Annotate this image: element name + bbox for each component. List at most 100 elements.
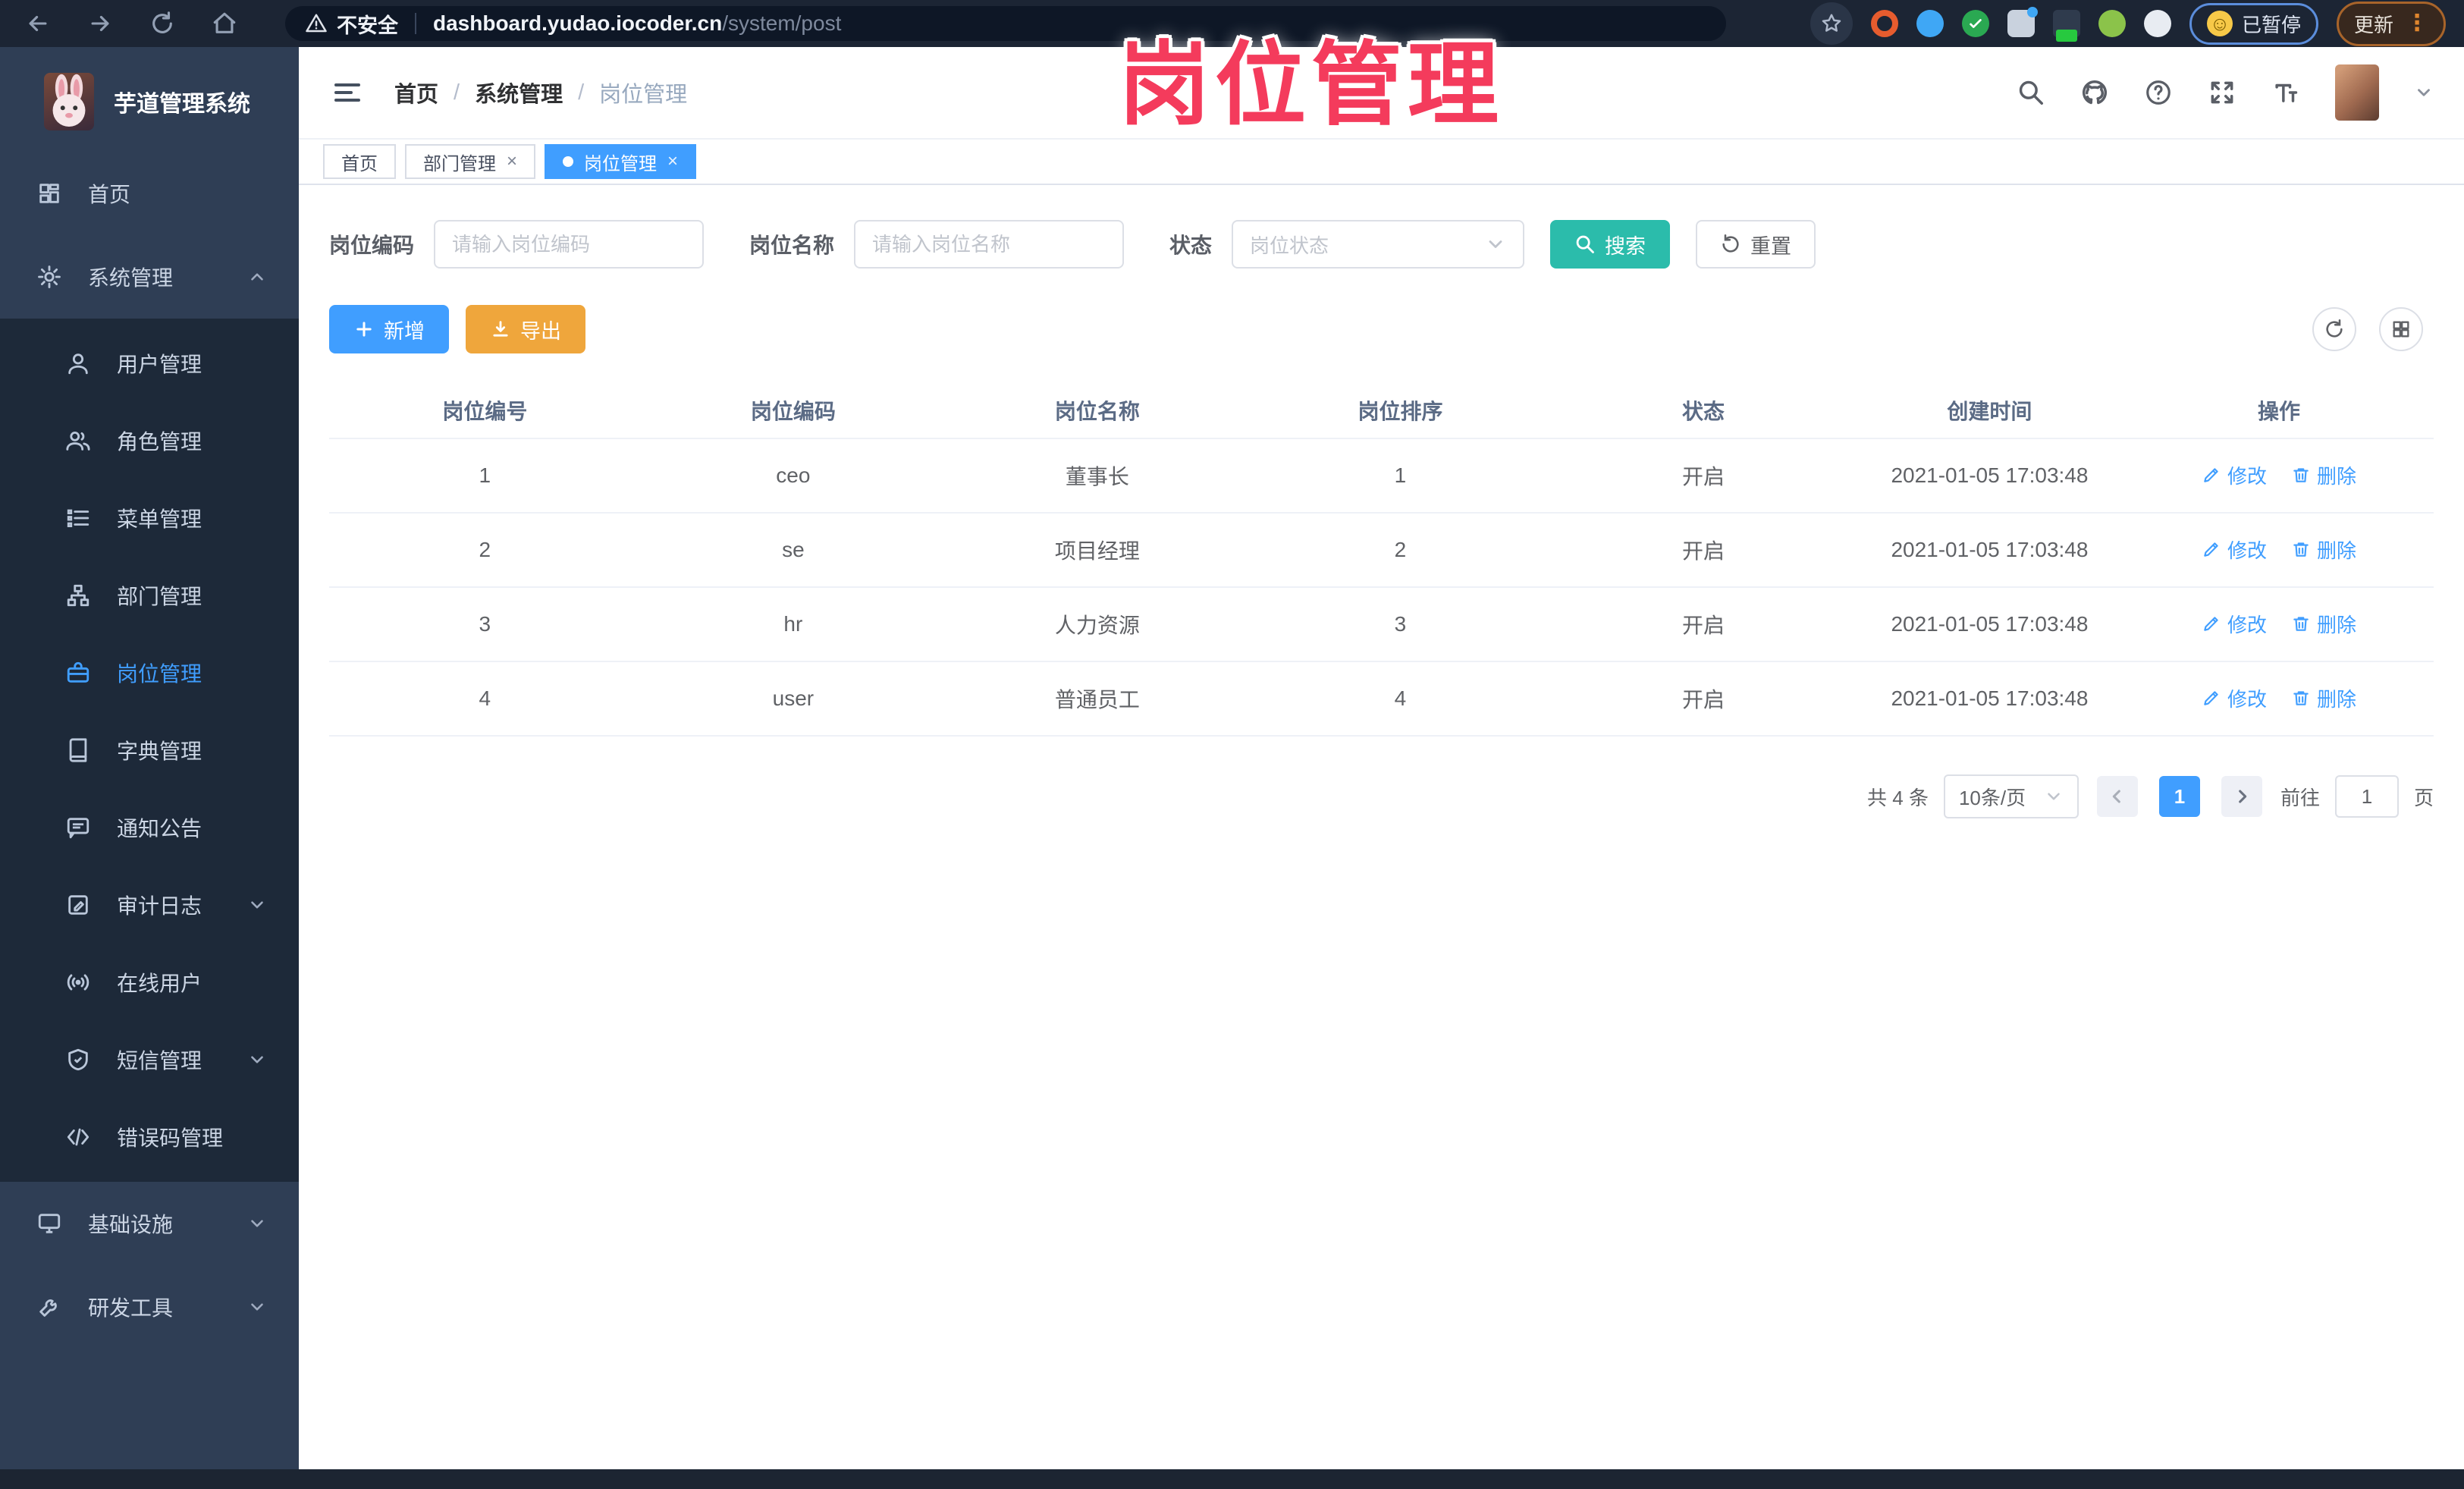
- search-icon[interactable]: [2017, 78, 2045, 107]
- current-page-button[interactable]: 1: [2158, 776, 2200, 817]
- prev-page-button[interactable]: [2096, 776, 2138, 817]
- cell-post-sort: 3: [1248, 587, 1552, 662]
- sidebar-item-infrastructure[interactable]: 基础设施: [0, 1182, 299, 1265]
- sidebar-item-devtools[interactable]: 研发工具: [0, 1265, 299, 1349]
- dashboard-icon: [36, 181, 62, 206]
- delete-link[interactable]: 删除: [2291, 610, 2356, 638]
- tab-post[interactable]: 岗位管理 ×: [545, 144, 697, 179]
- app-logo-row[interactable]: 芋道管理系统: [0, 47, 299, 152]
- trash-icon: [2291, 465, 2311, 485]
- sidebar-item-system[interactable]: 系统管理: [0, 235, 299, 319]
- tab-label: 部门管理: [423, 153, 496, 174]
- font-size-icon[interactable]: [2271, 78, 2300, 107]
- update-button[interactable]: 更新 ⋮: [2336, 1, 2446, 46]
- export-button[interactable]: 导出: [466, 305, 585, 353]
- delete-link[interactable]: 删除: [2291, 536, 2356, 564]
- add-button[interactable]: 新增: [329, 305, 449, 353]
- sidebar-item-audit-logs[interactable]: 审计日志: [0, 866, 299, 944]
- reload-icon[interactable]: [147, 8, 177, 39]
- caret-down-icon[interactable]: [2414, 83, 2434, 102]
- cell-post-id: 1: [329, 438, 641, 514]
- browser-menu-icon[interactable]: ⋮: [2406, 12, 2428, 35]
- chevron-down-icon: [247, 1050, 267, 1070]
- github-icon[interactable]: [2080, 78, 2109, 107]
- delete-link[interactable]: 删除: [2291, 684, 2356, 712]
- wrench-icon: [36, 1294, 62, 1320]
- next-page-button[interactable]: [2221, 776, 2262, 817]
- fullscreen-icon[interactable]: [2208, 78, 2236, 107]
- sidebar-item-roles[interactable]: 角色管理: [0, 402, 299, 479]
- hamburger-icon[interactable]: [332, 77, 363, 108]
- back-icon[interactable]: [23, 8, 53, 39]
- cell-created: 2021-01-05 17:03:48: [1854, 513, 2125, 588]
- extension-icon[interactable]: [1916, 10, 1944, 37]
- col-header-post-code: 岗位编码: [640, 382, 946, 439]
- extension-icon[interactable]: [2143, 10, 2171, 37]
- breadcrumb-system[interactable]: 系统管理: [475, 77, 563, 108]
- cell-post-code: hr: [640, 587, 946, 662]
- filter-form: 岗位编码 岗位名称 状态 岗位状态 搜索 重置: [329, 220, 2434, 269]
- refresh-table-button[interactable]: [2312, 307, 2356, 351]
- status-select[interactable]: 岗位状态: [1232, 220, 1525, 269]
- sidebar-item-label: 审计日志: [117, 894, 202, 918]
- reset-button[interactable]: 重置: [1696, 220, 1816, 269]
- col-header-post-id: 岗位编号: [329, 382, 641, 439]
- chevron-down-icon: [2044, 787, 2064, 806]
- column-settings-button[interactable]: [2379, 307, 2423, 351]
- search-button[interactable]: 搜索: [1550, 220, 1671, 269]
- refresh-icon: [1720, 234, 1741, 255]
- sidebar-item-menus[interactable]: 菜单管理: [0, 479, 299, 557]
- post-code-input[interactable]: [434, 220, 705, 269]
- cell-post-code: ceo: [640, 438, 946, 514]
- post-name-input[interactable]: [854, 220, 1125, 269]
- cell-post-code: user: [640, 661, 946, 737]
- sidebar-item-home[interactable]: 首页: [0, 152, 299, 235]
- paused-badge[interactable]: ☺ 已暂停: [2189, 2, 2318, 45]
- extension-icon[interactable]: [2098, 10, 2126, 37]
- edit-link[interactable]: 修改: [2202, 684, 2267, 712]
- extension-icon[interactable]: [2052, 10, 2080, 42]
- extension-icon[interactable]: [2007, 7, 2038, 37]
- close-icon[interactable]: ×: [667, 151, 678, 172]
- edit-icon: [2202, 465, 2221, 485]
- security-label: 不安全: [337, 14, 398, 37]
- close-icon[interactable]: ×: [507, 151, 517, 172]
- sidebar-item-dicts[interactable]: 字典管理: [0, 712, 299, 789]
- home-icon[interactable]: [209, 8, 240, 39]
- tab-dept[interactable]: 部门管理 ×: [405, 144, 536, 179]
- cell-actions: 修改 删除: [2124, 513, 2434, 588]
- help-icon[interactable]: [2144, 78, 2173, 107]
- edit-link[interactable]: 修改: [2202, 536, 2267, 564]
- page-unit-label: 页: [2413, 786, 2434, 809]
- breadcrumb-home[interactable]: 首页: [394, 77, 438, 108]
- extension-icon[interactable]: [1961, 10, 1989, 37]
- emoji-face-icon: ☺: [2206, 11, 2233, 36]
- sidebar-item-label: 通知公告: [117, 817, 202, 840]
- edit-link[interactable]: 修改: [2202, 461, 2267, 489]
- bookmark-star-icon[interactable]: [1810, 2, 1853, 45]
- sidebar-item-users[interactable]: 用户管理: [0, 325, 299, 402]
- chevron-down-icon: [247, 1214, 267, 1233]
- sidebar-item-online-users[interactable]: 在线用户: [0, 944, 299, 1021]
- extension-icon[interactable]: [1870, 10, 1898, 37]
- page-size-select[interactable]: 10条/页: [1943, 774, 2079, 818]
- address-bar[interactable]: 不安全 dashboard.yudao.iocoder.cn /system/p…: [285, 6, 1726, 41]
- tab-home[interactable]: 首页: [323, 144, 396, 179]
- avatar[interactable]: [2335, 64, 2379, 121]
- edit-link[interactable]: 修改: [2202, 610, 2267, 638]
- sidebar-item-sms[interactable]: 短信管理: [0, 1021, 299, 1098]
- sidebar-submenu-system: 用户管理 角色管理 菜单管理 部门管理 岗位管理 字典管理 通知公告 审计日志: [0, 319, 299, 1182]
- cell-post-name: 项目经理: [946, 513, 1249, 588]
- delete-link[interactable]: 删除: [2291, 461, 2356, 489]
- sidebar-item-depts[interactable]: 部门管理: [0, 557, 299, 634]
- sidebar-item-notices[interactable]: 通知公告: [0, 789, 299, 866]
- sidebar-item-label: 部门管理: [117, 585, 202, 608]
- goto-page-input[interactable]: [2334, 775, 2399, 818]
- table-row: 3 hr 人力资源 3 开启 2021-01-05 17:03:48 修改 删除: [329, 587, 2434, 662]
- sidebar-item-posts[interactable]: 岗位管理: [0, 634, 299, 712]
- sidebar-item-error-codes[interactable]: 错误码管理: [0, 1098, 299, 1176]
- status-label: 状态: [1169, 234, 1213, 257]
- forward-icon[interactable]: [85, 8, 115, 39]
- breadcrumb: 首页 / 系统管理 / 岗位管理: [394, 77, 687, 108]
- online-signal-icon: [65, 969, 91, 995]
